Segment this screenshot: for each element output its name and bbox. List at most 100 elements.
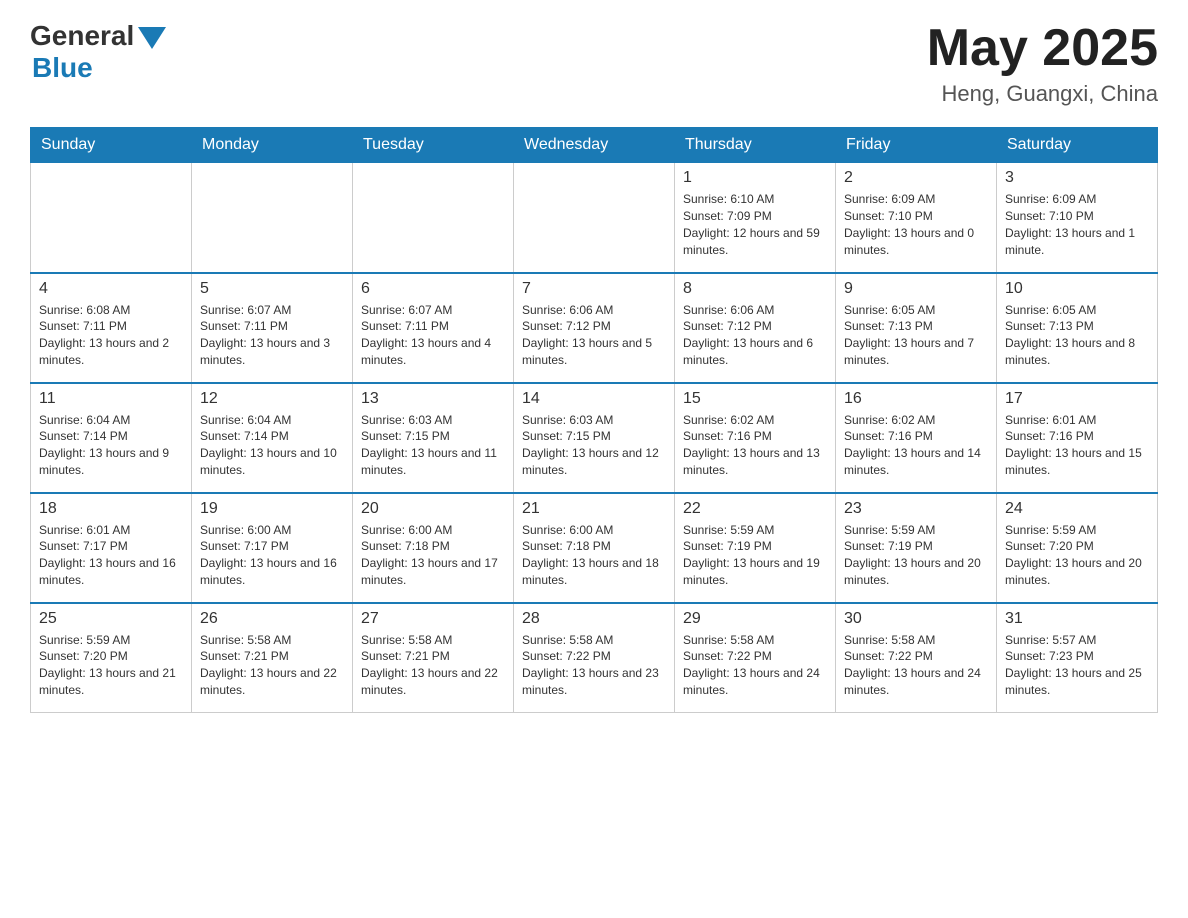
day-info: Sunrise: 5:58 AMSunset: 7:22 PMDaylight:…: [844, 632, 988, 699]
calendar-cell: 29 Sunrise: 5:58 AMSunset: 7:22 PMDayligh…: [675, 603, 836, 713]
page-header: General Blue May 2025 Heng, Guangxi, Chi…: [30, 20, 1158, 107]
day-info: Sunrise: 6:04 AMSunset: 7:14 PMDaylight:…: [200, 412, 344, 479]
calendar-cell: 9Sunrise: 6:05 AMSunset: 7:13 PMDaylight…: [836, 273, 997, 383]
day-info: Sunrise: 5:59 AMSunset: 7:19 PMDaylight:…: [844, 522, 988, 589]
day-number: 24: [1005, 500, 1149, 518]
calendar-cell: 6 Sunrise: 6:07 AMSunset: 7:11 PMDaylight…: [353, 273, 514, 383]
logo-triangle-icon: [138, 27, 166, 49]
day-info: Sunrise: 6:03 AMSunset: 7:15 PMDaylight:…: [522, 412, 666, 479]
day-info: Sunrise: 5:58 AMSunset: 7:21 PMDaylight:…: [200, 632, 344, 699]
day-number: 14: [522, 390, 666, 408]
calendar-cell: 24 Sunrise: 5:59 AMSunset: 7:20 PMDayligh…: [997, 493, 1158, 603]
day-info: Sunrise: 6:02 AMSunset: 7:16 PMDaylight:…: [683, 412, 827, 479]
day-number: 25: [39, 610, 183, 628]
day-number: 2: [844, 169, 988, 187]
day-info: Sunrise: 5:58 AMSunset: 7:22 PMDaylight:…: [522, 632, 666, 699]
calendar-cell: 23 Sunrise: 5:59 AMSunset: 7:19 PMDayligh…: [836, 493, 997, 603]
calendar-header-friday: Friday: [836, 128, 997, 163]
day-number: 7: [522, 280, 666, 298]
calendar-header-wednesday: Wednesday: [514, 128, 675, 163]
location-text: Heng, Guangxi, China: [927, 81, 1158, 107]
calendar-week-row: 4 Sunrise: 6:08 AMSunset: 7:11 PMDaylight…: [31, 273, 1158, 383]
day-number: 18: [39, 500, 183, 518]
calendar-cell: 20 Sunrise: 6:00 AMSunset: 7:18 PMDayligh…: [353, 493, 514, 603]
day-number: 27: [361, 610, 505, 628]
day-number: 15: [683, 390, 827, 408]
logo-blue-text: Blue: [32, 52, 93, 83]
calendar-cell: 28 Sunrise: 5:58 AMSunset: 7:22 PMDayligh…: [514, 603, 675, 713]
day-info: Sunrise: 6:09 AMSunset: 7:10 PMDaylight:…: [1005, 191, 1149, 258]
calendar-cell: 11Sunrise: 6:04 AMSunset: 7:14 PMDayligh…: [31, 383, 192, 493]
calendar-cell: 8Sunrise: 6:06 AMSunset: 7:12 PMDaylight…: [675, 273, 836, 383]
calendar-cell: 19Sunrise: 6:00 AMSunset: 7:17 PMDayligh…: [192, 493, 353, 603]
calendar-cell: 14 Sunrise: 6:03 AMSunset: 7:15 PMDayligh…: [514, 383, 675, 493]
day-info: Sunrise: 6:10 AMSunset: 7:09 PMDaylight:…: [683, 191, 827, 258]
calendar-cell: [353, 163, 514, 273]
calendar-header-thursday: Thursday: [675, 128, 836, 163]
day-info: Sunrise: 5:58 AMSunset: 7:21 PMDaylight:…: [361, 632, 505, 699]
calendar-cell: 12 Sunrise: 6:04 AMSunset: 7:14 PMDayligh…: [192, 383, 353, 493]
calendar-week-row: 18 Sunrise: 6:01 AMSunset: 7:17 PMDayligh…: [31, 493, 1158, 603]
calendar-cell: 10Sunrise: 6:05 AMSunset: 7:13 PMDayligh…: [997, 273, 1158, 383]
calendar-week-row: 25 Sunrise: 5:59 AMSunset: 7:20 PMDayligh…: [31, 603, 1158, 713]
day-number: 19: [200, 500, 344, 518]
day-info: Sunrise: 5:59 AMSunset: 7:19 PMDaylight:…: [683, 522, 827, 589]
day-number: 31: [1005, 610, 1149, 628]
day-number: 17: [1005, 390, 1149, 408]
calendar-cell: 31 Sunrise: 5:57 AMSunset: 7:23 PMDayligh…: [997, 603, 1158, 713]
day-info: Sunrise: 6:07 AMSunset: 7:11 PMDaylight:…: [361, 302, 505, 369]
logo-general-text: General: [30, 20, 134, 52]
day-number: 23: [844, 500, 988, 518]
calendar-cell: [192, 163, 353, 273]
calendar-header-sunday: Sunday: [31, 128, 192, 163]
calendar-cell: [31, 163, 192, 273]
day-info: Sunrise: 5:58 AMSunset: 7:22 PMDaylight:…: [683, 632, 827, 699]
day-number: 13: [361, 390, 505, 408]
day-number: 26: [200, 610, 344, 628]
day-number: 16: [844, 390, 988, 408]
calendar-cell: 15 Sunrise: 6:02 AMSunset: 7:16 PMDayligh…: [675, 383, 836, 493]
day-number: 22: [683, 500, 827, 518]
calendar-cell: [514, 163, 675, 273]
day-info: Sunrise: 6:00 AMSunset: 7:18 PMDaylight:…: [522, 522, 666, 589]
calendar-week-row: 1Sunrise: 6:10 AMSunset: 7:09 PMDaylight…: [31, 163, 1158, 273]
day-number: 3: [1005, 169, 1149, 187]
calendar-cell: 5 Sunrise: 6:07 AMSunset: 7:11 PMDaylight…: [192, 273, 353, 383]
day-info: Sunrise: 6:01 AMSunset: 7:17 PMDaylight:…: [39, 522, 183, 589]
calendar-cell: 4 Sunrise: 6:08 AMSunset: 7:11 PMDaylight…: [31, 273, 192, 383]
day-number: 5: [200, 280, 344, 298]
calendar-cell: 26 Sunrise: 5:58 AMSunset: 7:21 PMDayligh…: [192, 603, 353, 713]
day-info: Sunrise: 5:57 AMSunset: 7:23 PMDaylight:…: [1005, 632, 1149, 699]
day-info: Sunrise: 6:07 AMSunset: 7:11 PMDaylight:…: [200, 302, 344, 369]
calendar-cell: 22 Sunrise: 5:59 AMSunset: 7:19 PMDayligh…: [675, 493, 836, 603]
calendar-cell: 18 Sunrise: 6:01 AMSunset: 7:17 PMDayligh…: [31, 493, 192, 603]
calendar-table: SundayMondayTuesdayWednesdayThursdayFrid…: [30, 127, 1158, 713]
calendar-cell: 21 Sunrise: 6:00 AMSunset: 7:18 PMDayligh…: [514, 493, 675, 603]
day-number: 12: [200, 390, 344, 408]
calendar-cell: 27 Sunrise: 5:58 AMSunset: 7:21 PMDayligh…: [353, 603, 514, 713]
title-section: May 2025 Heng, Guangxi, China: [927, 20, 1158, 107]
day-number: 21: [522, 500, 666, 518]
day-number: 4: [39, 280, 183, 298]
calendar-cell: 25 Sunrise: 5:59 AMSunset: 7:20 PMDayligh…: [31, 603, 192, 713]
day-number: 28: [522, 610, 666, 628]
calendar-cell: 16Sunrise: 6:02 AMSunset: 7:16 PMDayligh…: [836, 383, 997, 493]
day-number: 30: [844, 610, 988, 628]
day-number: 20: [361, 500, 505, 518]
day-info: Sunrise: 6:05 AMSunset: 7:13 PMDaylight:…: [1005, 302, 1149, 369]
calendar-week-row: 11Sunrise: 6:04 AMSunset: 7:14 PMDayligh…: [31, 383, 1158, 493]
day-info: Sunrise: 5:59 AMSunset: 7:20 PMDaylight:…: [39, 632, 183, 699]
day-number: 8: [683, 280, 827, 298]
day-info: Sunrise: 6:04 AMSunset: 7:14 PMDaylight:…: [39, 412, 183, 479]
day-number: 29: [683, 610, 827, 628]
day-info: Sunrise: 6:00 AMSunset: 7:18 PMDaylight:…: [361, 522, 505, 589]
calendar-header-tuesday: Tuesday: [353, 128, 514, 163]
day-info: Sunrise: 5:59 AMSunset: 7:20 PMDaylight:…: [1005, 522, 1149, 589]
calendar-cell: 17Sunrise: 6:01 AMSunset: 7:16 PMDayligh…: [997, 383, 1158, 493]
calendar-header-monday: Monday: [192, 128, 353, 163]
calendar-header-row: SundayMondayTuesdayWednesdayThursdayFrid…: [31, 128, 1158, 163]
calendar-cell: 1Sunrise: 6:10 AMSunset: 7:09 PMDaylight…: [675, 163, 836, 273]
day-info: Sunrise: 6:08 AMSunset: 7:11 PMDaylight:…: [39, 302, 183, 369]
calendar-cell: 30 Sunrise: 5:58 AMSunset: 7:22 PMDayligh…: [836, 603, 997, 713]
day-number: 6: [361, 280, 505, 298]
